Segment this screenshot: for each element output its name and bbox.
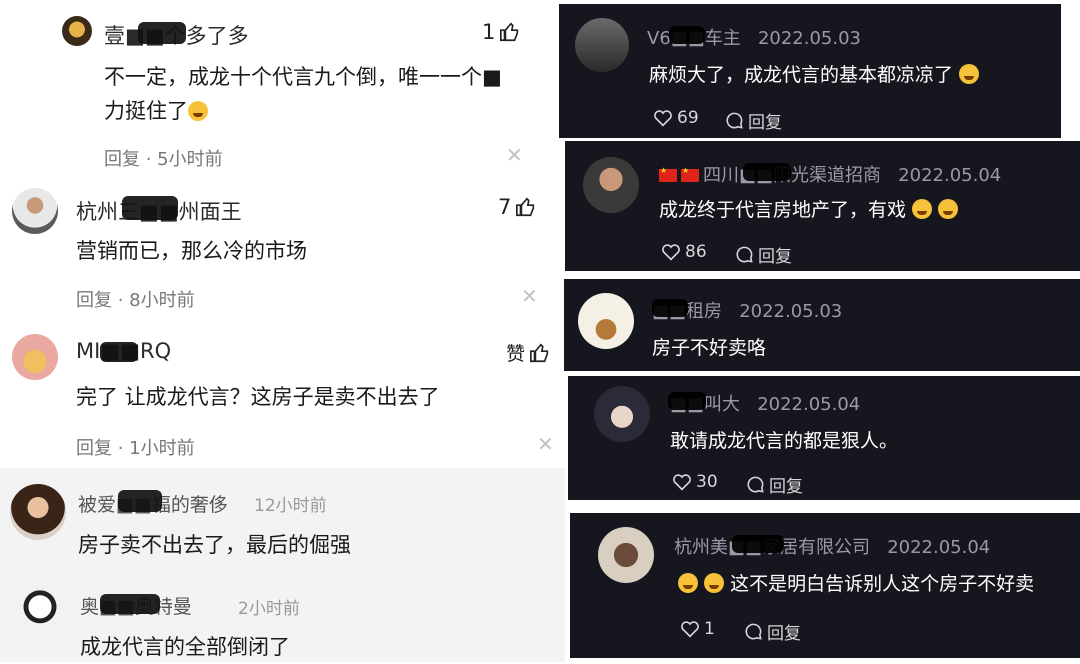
dark-comment-card: 杭州美■■家居有限公司 2022.05.04 这不是明白告诉别人这个房子不好卖 … [570,513,1080,658]
redaction-mark [138,22,186,44]
avatar[interactable] [594,386,650,442]
reply-button[interactable]: 回复 [725,108,782,133]
reply-button[interactable]: 回复 [76,290,112,311]
comment-time: 2小时前 [238,599,300,619]
avatar[interactable] [578,293,634,349]
light-comment-panel: 壹■■个多了多 1 不一定，成龙十个代言九个倒，唯一一个■ 力挺住了 回复 · … [0,0,565,662]
avatar[interactable] [12,188,58,234]
heart-icon [673,474,691,491]
like-button[interactable]: 69 [653,108,699,128]
dark-comment-card: ■■叫大 2022.05.04 敢请成龙代言的都是狠人。 30 回复 [568,376,1080,500]
avatar[interactable] [598,527,654,583]
comment-text: 房子卖不出去了，最后的倔强 [78,533,351,557]
china-flag-icon [659,166,677,182]
rofl-emoji-icon [938,199,959,219]
rofl-emoji-icon [912,199,933,219]
like-count: 86 [685,242,707,262]
reply-button[interactable]: 回复 [104,149,140,170]
comment-text: 这不是明白告诉别人这个房子不好卖 [678,569,1034,596]
comment-date: 2022.05.04 [887,537,991,558]
reply-button[interactable]: 回复 [746,472,803,497]
comment-text-line2: 力挺住了 [104,94,208,128]
comment-text: 麻烦大了，成龙代言的基本都凉凉了 [649,60,980,87]
like-button[interactable]: 1 [482,20,521,44]
comment-author[interactable]: 杭州美■■家居有限公司 2022.05.04 [674,533,990,559]
redaction-mark [652,299,688,317]
redaction-mark [122,196,178,220]
redaction-mark [732,535,784,553]
comment-time: 8小时前 [129,290,195,311]
sweat-smile-emoji-icon [959,64,980,84]
avatar[interactable] [583,157,639,213]
thumbs-up-icon [516,197,535,217]
comment-text: 营销而已，那么冷的市场 [76,239,307,263]
dark-comment-card: V6■■车主 2022.05.03 麻烦大了，成龙代言的基本都凉凉了 69 回复 [559,4,1061,138]
comment-bubble-icon [745,623,762,640]
reply-button[interactable]: 回复 [735,242,792,267]
comment-meta: 回复 · 5小时前 [104,149,223,170]
laughing-emoji-icon [188,101,208,121]
reply-button[interactable]: 回复 [76,438,112,459]
like-count: 1 [704,619,715,639]
comment-bubble-icon [747,476,764,493]
heart-icon [662,244,680,261]
close-icon[interactable]: ✕ [521,284,538,308]
comment-bubble-icon [726,112,743,129]
dark-comment-card: 四川■■阳光渠道招商 2022.05.04 成龙终于代言房地产了，有戏 86 回… [565,141,1080,271]
comment-text: 完了 让成龙代言？这房子是卖不出去了 [76,385,440,409]
redaction-mark [743,163,791,181]
like-button[interactable]: 7 [498,195,537,219]
comment-date: 2022.05.04 [898,165,1002,186]
comment-date: 2022.05.03 [739,301,843,322]
redaction-mark [100,594,160,614]
china-flag-icon [681,166,699,182]
comment-text: 成龙代言的全部倒闭了 [80,635,290,659]
comment-author[interactable]: 四川■■阳光渠道招商 2022.05.04 [659,161,1001,187]
comment-date: 2022.05.03 [757,28,862,49]
heart-icon [681,621,699,638]
comment-bubble-icon [736,246,753,263]
redaction-mark [100,342,138,362]
dark-comment-card: ■■租房 2022.05.03 房子不好卖咯 [564,279,1080,371]
comment-text: 不一定，成龙十个代言九个倒，唯一一个■ [104,65,502,89]
like-button[interactable]: 30 [672,472,718,492]
avatar[interactable] [62,16,92,46]
avatar[interactable] [575,18,629,72]
redaction-mark [118,490,162,512]
thumbs-up-icon [530,343,549,362]
like-count: 1 [482,20,496,44]
reply-button[interactable]: 回复 [744,619,801,644]
like-count: 69 [677,108,699,128]
avatar[interactable] [12,334,58,380]
like-button[interactable]: 86 [661,242,707,262]
comment-meta: 回复 · 1小时前 [76,438,195,459]
like-label: 赞 [506,343,526,365]
like-button[interactable]: 1 [680,619,715,639]
like-button[interactable]: 赞 [506,339,551,366]
comment-meta: 回复 · 8小时前 [76,290,195,311]
comment-time: 1小时前 [129,438,195,459]
rofl-emoji-icon [678,573,698,593]
comment-text: 敢请成龙代言的都是狠人。 [670,430,899,452]
redaction-mark [669,26,705,44]
heart-icon [654,110,672,127]
close-icon[interactable]: ✕ [537,432,554,456]
like-count: 30 [696,472,718,492]
close-icon[interactable]: ✕ [506,143,523,167]
comment-time: 5小时前 [157,149,223,170]
like-count: 7 [498,195,512,219]
redaction-mark [668,392,706,410]
rofl-emoji-icon [704,573,725,593]
avatar[interactable] [10,484,66,540]
comment-text: 房子不好卖咯 [652,337,767,359]
comment-text: 成龙终于代言房地产了，有戏 [659,195,959,222]
thumbs-up-icon [500,22,519,42]
avatar[interactable] [14,586,66,638]
comment-date: 2022.05.04 [757,394,861,415]
comment-time: 12小时前 [254,496,327,516]
